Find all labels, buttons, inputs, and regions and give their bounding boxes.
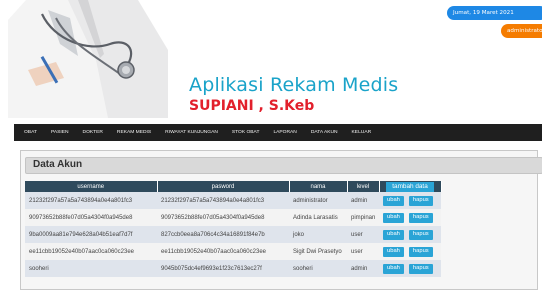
nav-item-stok-obat[interactable]: STOK OBAT bbox=[232, 130, 260, 135]
cell-nama: Adinda Larasatis bbox=[289, 209, 347, 226]
edit-button[interactable]: ubah bbox=[383, 195, 404, 206]
cell-nama: joko bbox=[289, 226, 347, 243]
cell-password: 90973652b88fe07d05a4304f0a945de8 bbox=[157, 209, 289, 226]
cell-actions: ubah hapus bbox=[379, 243, 441, 260]
cell-username: sooheri bbox=[25, 260, 157, 277]
col-nama: nama bbox=[289, 181, 348, 192]
app-title: Aplikasi Rekam Medis bbox=[189, 74, 399, 96]
nav-item-keluar[interactable]: KELUAR bbox=[352, 130, 372, 135]
cell-actions: ubah hapus bbox=[379, 192, 441, 209]
cell-password: 9045b075dc4ef9693e1f23c7613ec27f bbox=[157, 260, 289, 277]
delete-button[interactable]: hapus bbox=[408, 246, 433, 257]
edit-button[interactable]: ubah bbox=[383, 212, 404, 223]
edit-button[interactable]: ubah bbox=[383, 229, 404, 240]
nav-item-laporan[interactable]: LAPORAN bbox=[273, 130, 296, 135]
nav-item-riwayat-kunjungan[interactable]: RIWAYAT KUNJUNGAN bbox=[165, 130, 218, 135]
cell-actions: ubah hapus bbox=[379, 260, 441, 277]
header-banner: Aplikasi Rekam Medis SUPIANI , S.Keb Jum… bbox=[0, 0, 542, 124]
cell-password: 827ccb0eea8a706c4c34a16891f84e7b bbox=[157, 226, 289, 243]
table-row: 9ba0009aa81e794e628a04b51eaf7d7f 827ccb0… bbox=[25, 226, 441, 243]
cell-nama: administrator bbox=[289, 192, 347, 209]
cell-username: 9ba0009aa81e794e628a04b51eaf7d7f bbox=[25, 226, 157, 243]
table-row: 21232f297a57a5a743894a0e4a801fc3 21232f2… bbox=[25, 192, 441, 209]
table-row: ee11cbb19052e40b07aac0ca060c23ee ee11cbb… bbox=[25, 243, 441, 260]
delete-button[interactable]: hapus bbox=[408, 263, 433, 274]
user-badge[interactable]: administrator bbox=[501, 24, 542, 38]
nav-item-data-akun[interactable]: DATA AKUN bbox=[311, 130, 338, 135]
accounts-table: username pasword nama level tambah data … bbox=[25, 181, 442, 277]
cell-username: ee11cbb19052e40b07aac0ca060c23ee bbox=[25, 243, 157, 260]
table-header-row: username pasword nama level tambah data bbox=[25, 181, 442, 192]
table-row: sooheri 9045b075dc4ef9693e1f23c7613ec27f… bbox=[25, 260, 441, 277]
cell-level: user bbox=[347, 226, 379, 243]
delete-button[interactable]: hapus bbox=[408, 212, 433, 223]
cell-level: admin bbox=[347, 260, 379, 277]
col-password: pasword bbox=[157, 181, 290, 192]
cell-actions: ubah hapus bbox=[379, 226, 441, 243]
app-subtitle: SUPIANI , S.Keb bbox=[189, 98, 315, 114]
nav-item-dokter[interactable]: DOKTER bbox=[83, 130, 103, 135]
edit-button[interactable]: ubah bbox=[383, 263, 404, 274]
col-level: level bbox=[347, 181, 380, 192]
cell-level: pimpinan bbox=[347, 209, 379, 226]
nav-item-pasien[interactable]: PASIEN bbox=[51, 130, 69, 135]
doctor-photo bbox=[8, 0, 168, 118]
edit-button[interactable]: ubah bbox=[383, 246, 404, 257]
nav-item-obat[interactable]: OBAT bbox=[24, 130, 37, 135]
panel-header: Data Akun bbox=[25, 157, 542, 174]
nav-item-rekam-medis[interactable]: REKAM MEDIS bbox=[117, 130, 151, 135]
delete-button[interactable]: hapus bbox=[408, 229, 433, 240]
col-actions: tambah data bbox=[379, 181, 442, 192]
delete-button[interactable]: hapus bbox=[408, 195, 433, 206]
cell-password: ee11cbb19052e40b07aac0ca060c23ee bbox=[157, 243, 289, 260]
data-akun-panel: Data Akun username pasword nama level ta… bbox=[20, 150, 542, 290]
cell-username: 21232f297a57a5a743894a0e4a801fc3 bbox=[25, 192, 157, 209]
cell-username: 90973652b88fe07d05a4304f0a945de8 bbox=[25, 209, 157, 226]
table-row: 90973652b88fe07d05a4304f0a945de8 9097365… bbox=[25, 209, 441, 226]
cell-password: 21232f297a57a5a743894a0e4a801fc3 bbox=[157, 192, 289, 209]
cell-level: admin bbox=[347, 192, 379, 209]
cell-level: user bbox=[347, 243, 379, 260]
add-data-button[interactable]: tambah data bbox=[386, 181, 434, 192]
cell-actions: ubah hapus bbox=[379, 209, 441, 226]
panel-title: Data Akun bbox=[33, 159, 83, 170]
cell-nama: Sigit Dwi Prasetyo bbox=[289, 243, 347, 260]
cell-nama: sooheri bbox=[289, 260, 347, 277]
date-badge: Jumat, 19 Maret 2021 bbox=[447, 6, 542, 20]
col-username: username bbox=[25, 181, 158, 192]
main-navbar: OBAT PASIEN DOKTER REKAM MEDIS RIWAYAT K… bbox=[14, 124, 542, 141]
